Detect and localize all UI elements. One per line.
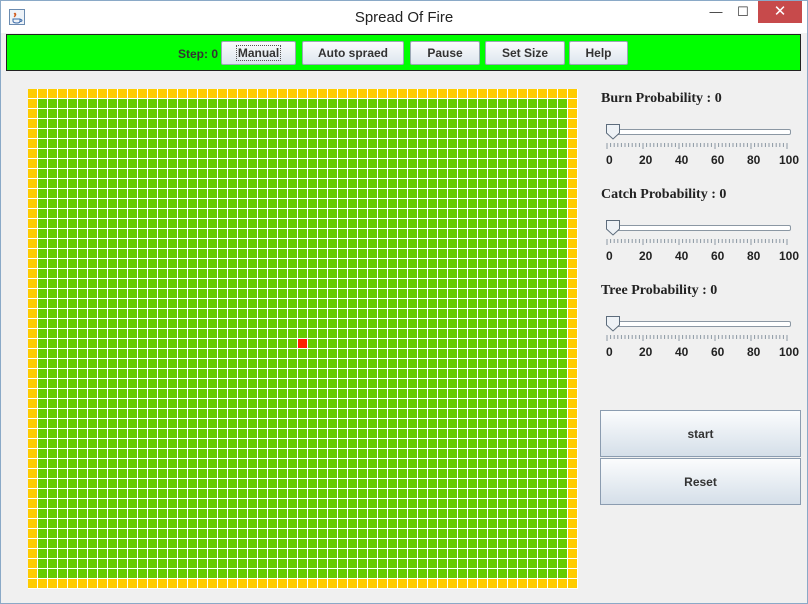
- slider-thumb[interactable]: [605, 219, 621, 237]
- slider-ticks: [606, 335, 788, 341]
- slider-track: [609, 129, 791, 135]
- minimize-button[interactable]: —: [701, 1, 731, 23]
- app-window: Spread Of Fire — ☐ ✕ Step: 0 Manual Auto…: [0, 0, 808, 604]
- tick-label: 20: [639, 153, 653, 167]
- manual-button[interactable]: Manual: [221, 41, 296, 65]
- tick-label: 60: [711, 345, 725, 359]
- forest-grid[interactable]: [28, 89, 578, 589]
- slider-track: [609, 321, 791, 327]
- manual-button-label: Manual: [235, 45, 282, 61]
- slider-scale: 0 20 40 60 80 100: [601, 249, 801, 263]
- tick-label: 80: [747, 153, 761, 167]
- catch-probability-label: Catch Probability : 0: [601, 187, 727, 202]
- help-button-label: Help: [585, 46, 612, 60]
- title-bar: Spread Of Fire — ☐ ✕: [1, 1, 807, 33]
- slider-track: [609, 225, 791, 231]
- tick-label: 0: [606, 153, 613, 167]
- burn-probability-label: Burn Probability : 0: [601, 91, 722, 106]
- set-size-button[interactable]: Set Size: [485, 41, 565, 65]
- burning-cell: [298, 339, 307, 348]
- pause-button[interactable]: Pause: [410, 41, 480, 65]
- tick-label: 0: [606, 345, 613, 359]
- help-button[interactable]: Help: [569, 41, 628, 65]
- pause-button-label: Pause: [427, 46, 463, 60]
- auto-spread-button[interactable]: Auto spraed: [302, 41, 404, 65]
- tick-label: 0: [606, 249, 613, 263]
- reset-button[interactable]: Reset: [600, 458, 801, 505]
- tree-probability-slider[interactable]: [605, 315, 795, 335]
- tick-label: 100: [779, 249, 800, 263]
- maximize-button[interactable]: ☐: [729, 1, 757, 23]
- tick-label: 60: [711, 249, 725, 263]
- tick-label: 60: [711, 153, 725, 167]
- slider-ticks: [606, 239, 788, 245]
- burn-probability-slider[interactable]: [605, 123, 795, 143]
- tick-label: 20: [639, 345, 653, 359]
- slider-scale: 0 20 40 60 80 100: [601, 153, 801, 167]
- start-button[interactable]: start: [600, 410, 801, 457]
- slider-thumb[interactable]: [605, 315, 621, 333]
- set-size-button-label: Set Size: [501, 46, 549, 60]
- tick-label: 40: [675, 249, 689, 263]
- slider-thumb[interactable]: [605, 123, 621, 141]
- slider-scale: 0 20 40 60 80 100: [601, 345, 801, 359]
- tick-label: 20: [639, 249, 653, 263]
- slider-ticks: [606, 143, 788, 149]
- close-button[interactable]: ✕: [758, 1, 802, 23]
- tick-label: 100: [779, 153, 800, 167]
- catch-probability-slider[interactable]: [605, 219, 795, 239]
- tick-label: 80: [747, 345, 761, 359]
- tick-label: 80: [747, 249, 761, 263]
- tick-label: 40: [675, 153, 689, 167]
- tick-label: 40: [675, 345, 689, 359]
- step-counter: Step: 0: [178, 47, 219, 61]
- tick-label: 100: [779, 345, 800, 359]
- window-title: Spread Of Fire: [354, 9, 454, 26]
- tree-probability-label: Tree Probability : 0: [601, 283, 718, 298]
- auto-spread-button-label: Auto spraed: [317, 46, 388, 60]
- toolbar: Step: 0 Manual Auto spraed Pause Set Siz…: [6, 34, 801, 71]
